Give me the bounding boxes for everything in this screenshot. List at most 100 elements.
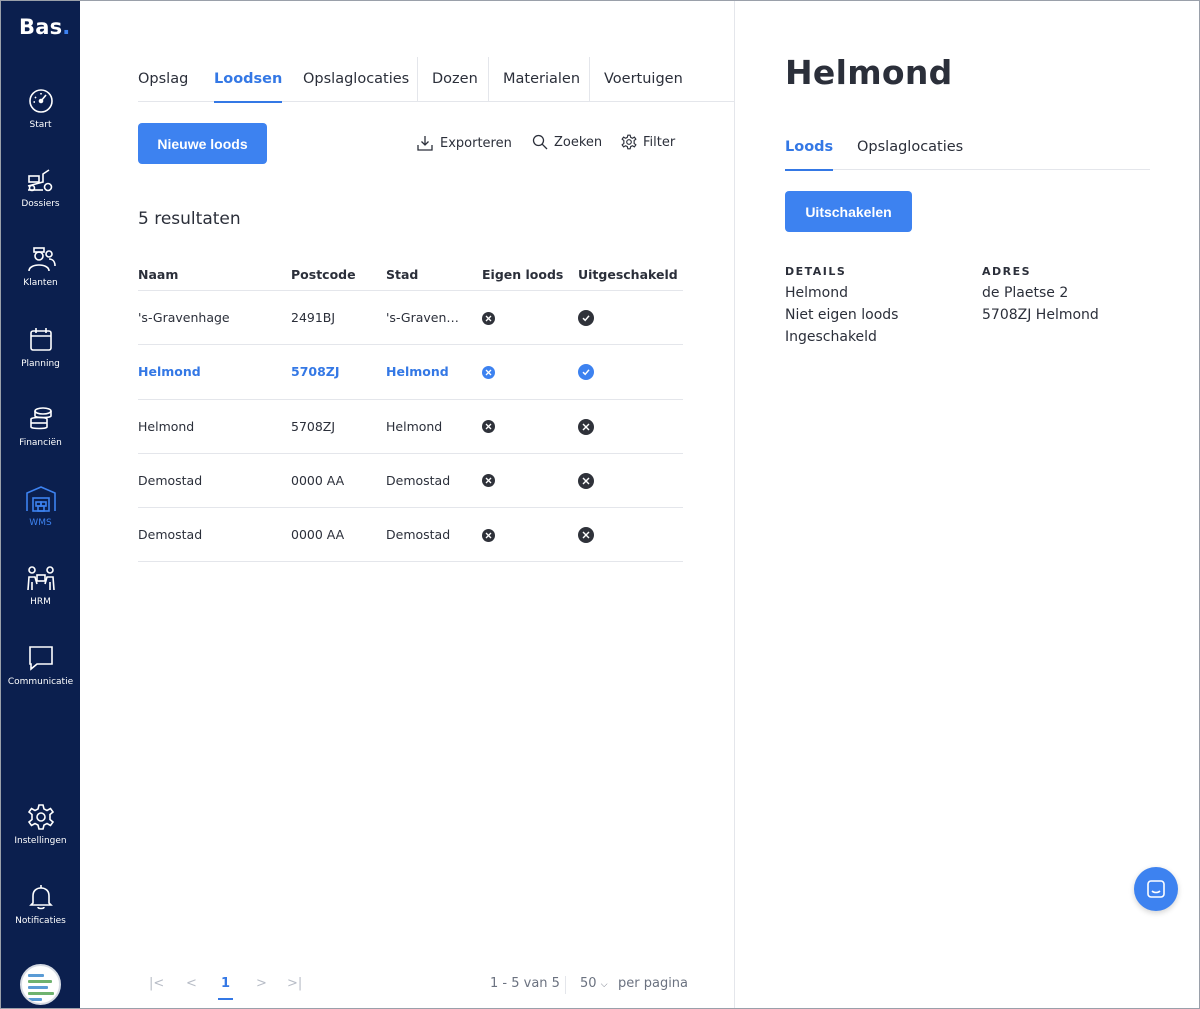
tab-opslag[interactable]: Opslag [138,57,188,102]
gear-icon [621,134,637,150]
column-header-eigen-loods[interactable]: Eigen loods [482,267,563,282]
column-header-naam[interactable]: Naam [138,267,178,282]
per-page-select[interactable]: 50 ⌵ [580,976,608,991]
app-window: Bas. Start Dossiers Klanten Planning Fin… [0,0,1200,1009]
customers-icon [27,247,56,272]
search-button[interactable]: Zoeken [532,134,602,150]
cell-stad: Demostad [386,527,451,543]
column-header-postcode[interactable]: Postcode [291,267,356,282]
avatar[interactable] [20,964,61,1005]
pagination-range: 1 - 5 van 5 [490,976,560,991]
app-logo[interactable]: Bas. [19,15,70,39]
tab-voertuigen[interactable]: Voertuigen [604,57,683,102]
search-icon [532,134,548,150]
gear-icon [27,804,54,830]
detail-tab-opslaglocaties[interactable]: Opslaglocaties [857,125,963,170]
detail-tab-loods[interactable]: Loods [785,125,834,171]
results-count: 5 resultaten [138,209,241,229]
chat-icon [1147,880,1165,898]
x-circle-icon [482,474,495,488]
sidebar-item-communicatie[interactable]: Communicatie [1,644,80,687]
sidebar: Bas. Start Dossiers Klanten Planning Fin… [1,1,80,1008]
tab-loodsen[interactable]: Loodsen [214,57,283,103]
detail-title: Helmond [785,53,953,92]
address-line: de Plaetse 2 [982,285,1069,301]
table-row[interactable]: Demostad 0000 AA Demostad [138,454,683,509]
tab-divider [589,57,590,102]
cell-stad: Demostad [386,472,451,488]
sidebar-item-planning[interactable]: Planning [1,326,80,369]
x-circle-icon [578,472,594,489]
first-page-icon[interactable]: |< [149,976,164,991]
table-body: 's-Gravenhage 2491BJ 's-Gravenh... Helmond 5… [138,291,683,563]
sidebar-item-start[interactable]: Start [1,87,80,130]
export-button[interactable]: Exporteren [416,134,512,152]
detail-panel: Helmond Loods Opslaglocaties Uitschakele… [734,1,1199,1008]
cell-postcode: 5708ZJ [291,418,336,434]
details-heading: DETAILS [785,265,847,278]
x-circle-icon [578,527,594,544]
tab-opslaglocaties[interactable]: Opslaglocaties [303,57,409,102]
x-circle-icon [482,420,495,434]
x-circle-icon [578,418,594,435]
column-header-stad[interactable]: Stad [386,267,418,282]
cell-naam: Demostad [138,472,203,488]
x-circle-icon [482,528,495,542]
last-page-icon[interactable]: >| [287,976,302,991]
page-number-current[interactable]: 1 [217,976,234,1000]
detail-tab-bar: Loods Opslaglocaties [785,129,1150,171]
sidebar-item-financien[interactable]: Financiën [1,405,80,448]
per-page-label: per pagina [618,976,689,991]
x-circle-icon [482,311,495,325]
cell-postcode: 2491BJ [291,310,336,325]
download-icon [417,136,433,151]
cell-stad: Helmond [386,364,449,380]
table-row[interactable]: 's-Gravenhage 2491BJ 's-Gravenh... [138,291,683,346]
check-circle-icon [578,310,594,326]
new-warehouse-button[interactable]: Nieuwe loods [138,123,267,164]
column-header-uitgeschakeld[interactable]: Uitgeschakeld [578,267,678,282]
people-icon [26,566,55,591]
table-row[interactable]: Demostad 0000 AA Demostad [138,508,683,563]
previous-page-icon[interactable]: < [186,976,197,991]
cell-postcode: 5708ZJ [291,364,340,380]
sidebar-item-hrm[interactable]: HRM [1,564,80,607]
check-circle-icon [578,364,594,381]
dashboard-icon [28,89,53,113]
bell-icon [28,885,53,910]
table-row[interactable]: Helmond 5708ZJ Helmond [138,345,683,400]
sidebar-item-notificaties[interactable]: Notificaties [1,883,80,926]
sidebar-item-klanten[interactable]: Klanten [1,245,80,288]
detail-line: Niet eigen loods [785,307,899,323]
cell-postcode: 0000 AA [291,472,345,488]
table-row[interactable]: Helmond 5708ZJ Helmond [138,400,683,454]
cell-postcode: 0000 AA [291,527,345,543]
sidebar-item-dossiers[interactable]: Dossiers [1,166,80,209]
detail-line: Ingeschakeld [785,329,877,345]
chat-icon [28,646,53,671]
tab-divider [417,57,418,102]
chat-launcher-button[interactable] [1134,867,1178,911]
disable-button[interactable]: Uitschakelen [785,191,912,232]
next-page-icon[interactable]: > [256,976,267,991]
address-line: 5708ZJ Helmond [982,307,1099,323]
chevron-down-icon: ⌵ [600,980,608,990]
dossiers-icon [27,169,52,192]
warehouse-table: Naam Postcode Stad Eigen loods Uitgescha… [138,256,683,563]
address-heading: ADRES [982,265,1032,278]
tab-materialen[interactable]: Materialen [503,57,580,102]
main-panel: Opslag Loodsen Opslaglocaties Dozen Mate… [80,1,734,1008]
tab-bar: Opslag Loodsen Opslaglocaties Dozen Mate… [138,57,734,103]
cell-naam: Demostad [138,527,203,543]
sidebar-item-wms[interactable]: WMS [1,485,80,528]
cell-stad: Helmond [386,418,443,434]
x-circle-icon [482,365,495,379]
calendar-icon [29,328,52,351]
cell-stad: 's-Gravenh... [386,310,466,325]
tab-dozen[interactable]: Dozen [432,57,478,102]
pagination-divider [565,976,566,994]
table-header: Naam Postcode Stad Eigen loods Uitgescha… [138,256,683,291]
warehouse-icon [25,486,56,512]
filter-button[interactable]: Filter [621,134,675,150]
sidebar-item-instellingen[interactable]: Instellingen [1,803,80,846]
